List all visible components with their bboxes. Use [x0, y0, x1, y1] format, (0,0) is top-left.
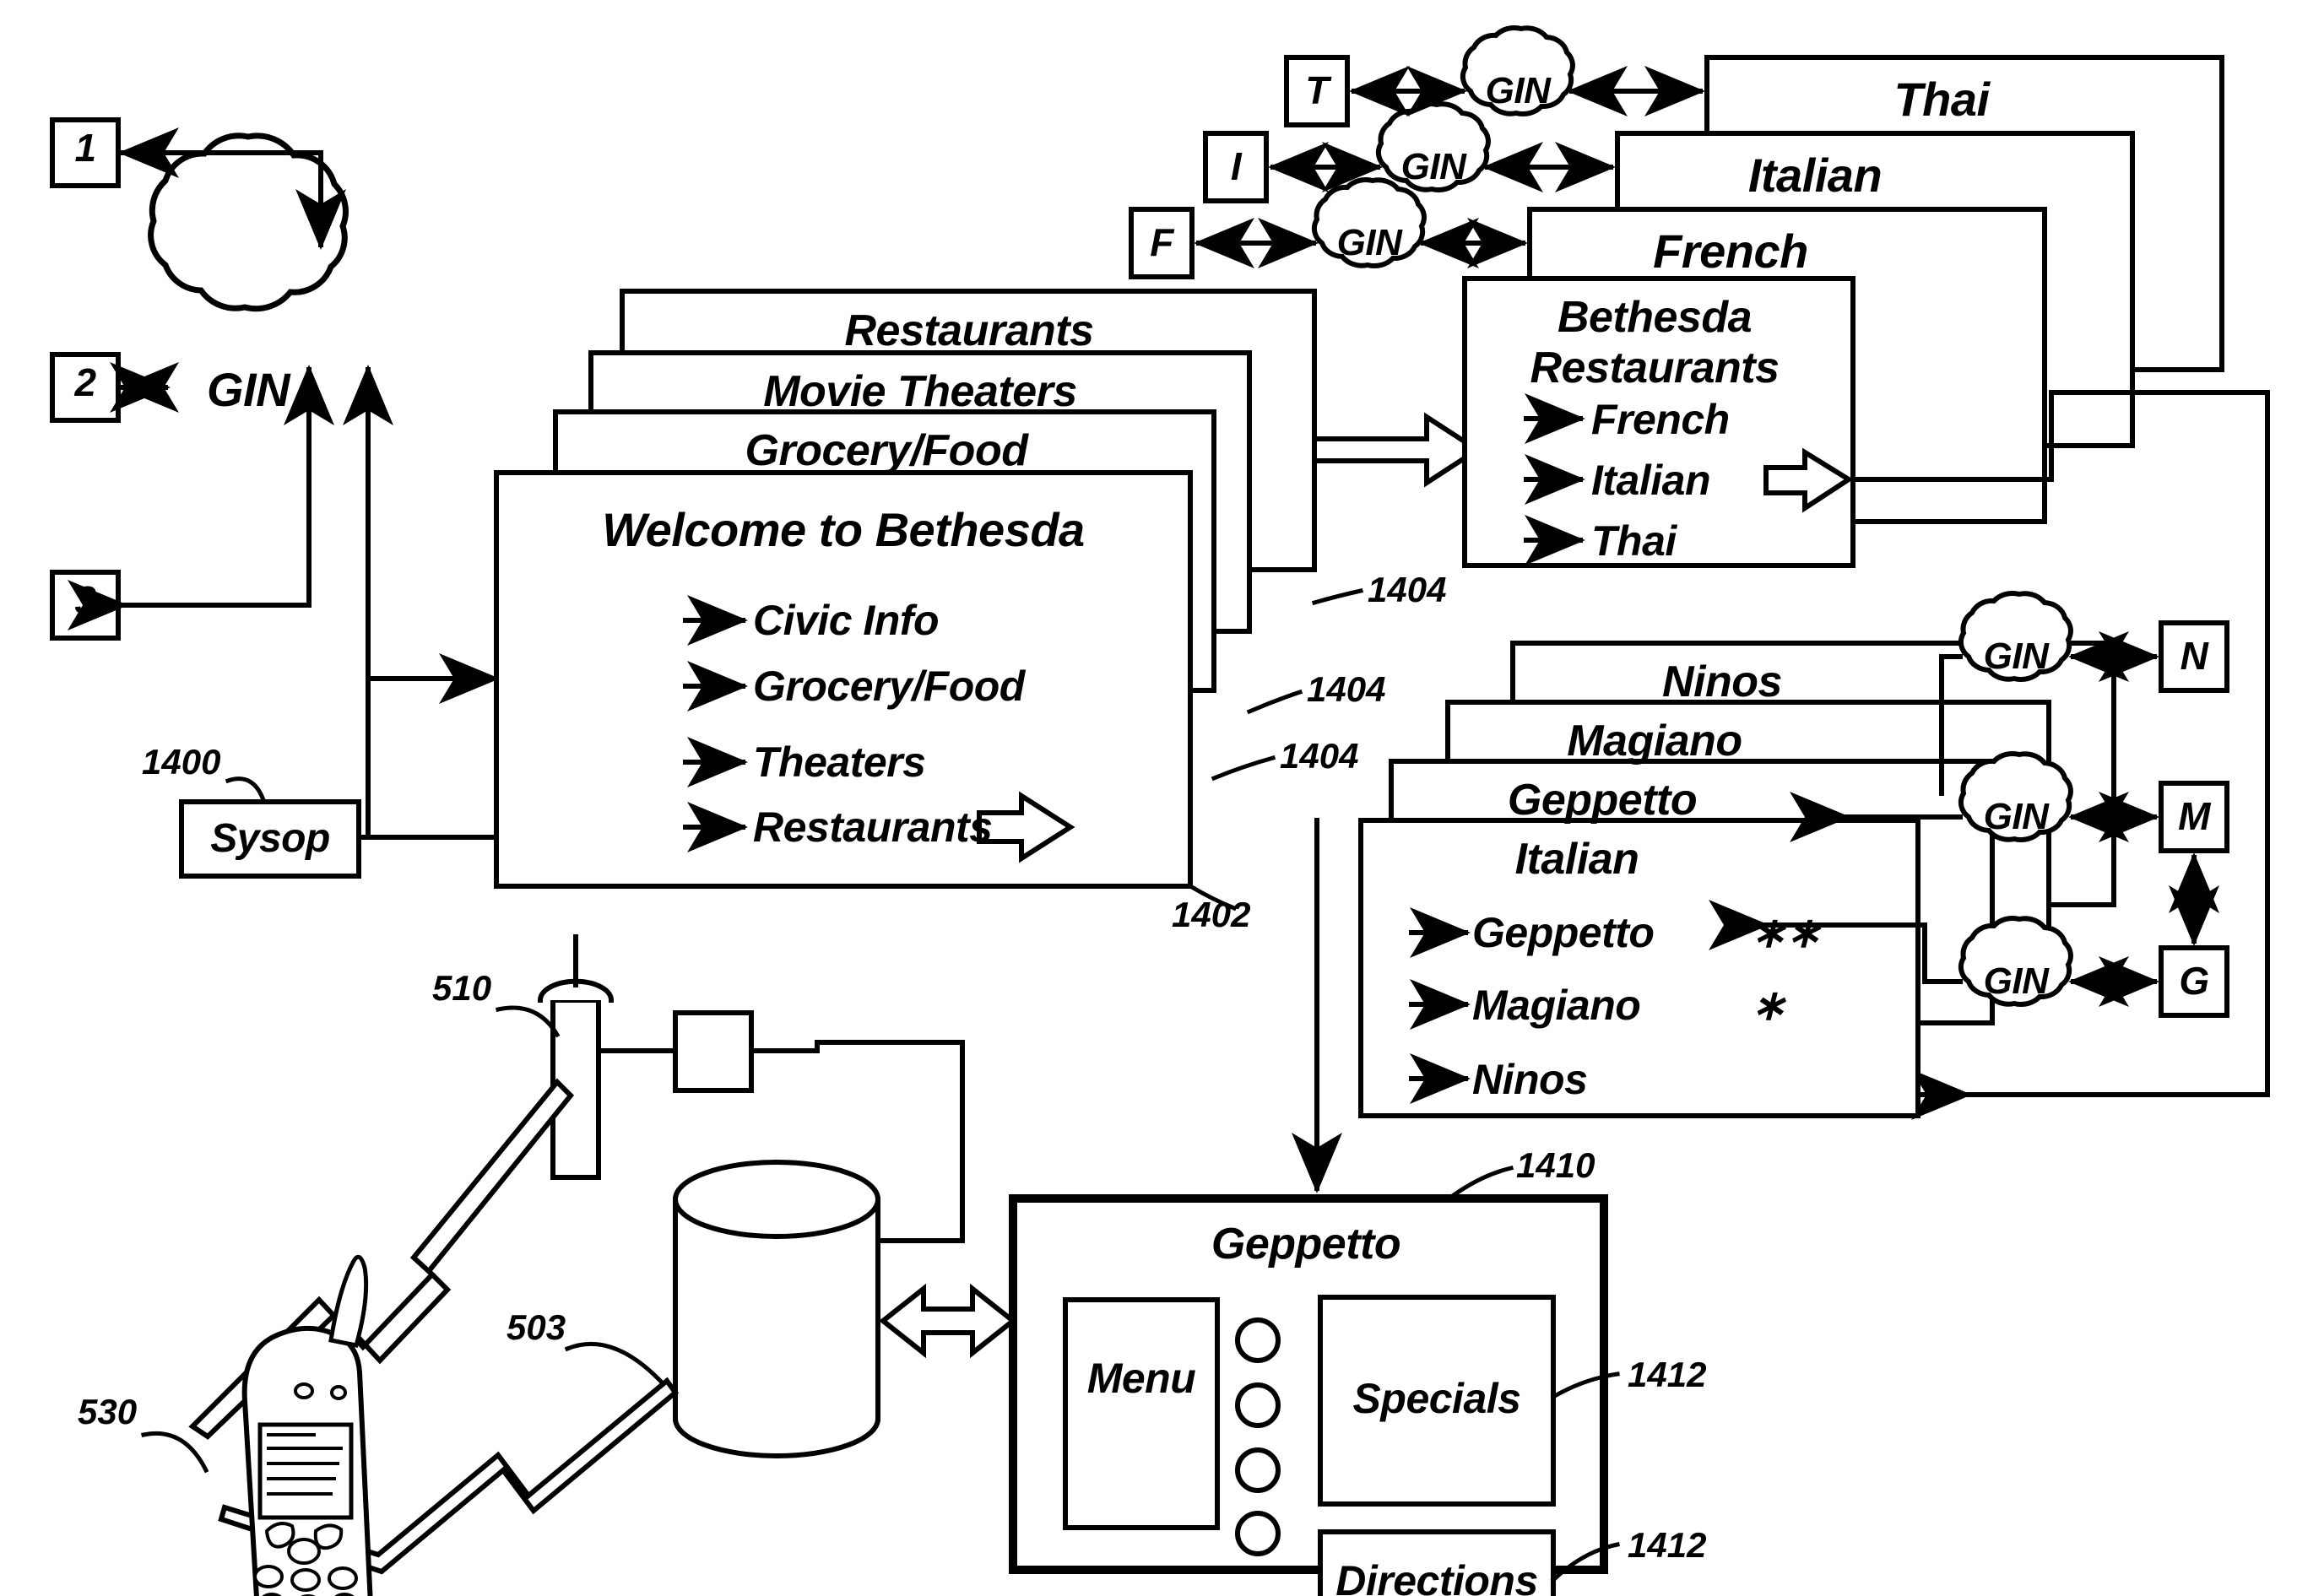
- terminal-label-M: M: [2178, 794, 2210, 838]
- rest-card-label-magiano[interactable]: Magiano: [1567, 719, 1742, 763]
- terminal-label-F: F: [1150, 220, 1173, 264]
- rest-card-label-ninos[interactable]: Ninos: [1662, 660, 1782, 704]
- italian-item-geppetto-stars: ∗∗: [1751, 909, 1821, 956]
- gin-cloud-italian-label: GIN: [1400, 146, 1466, 187]
- geppetto-softkey-2: [1235, 1447, 1281, 1493]
- ref-1404-b: 1404: [1307, 669, 1386, 709]
- leader-510: [496, 1005, 561, 1038]
- rest-card-label-geppetto[interactable]: Geppetto: [1508, 778, 1698, 822]
- link-sysop-to-gin-line: [366, 369, 496, 840]
- ref-503: 503: [507, 1307, 566, 1347]
- terminal-label-I: I: [1230, 144, 1242, 188]
- geppetto-softkey-0: [1235, 1317, 1281, 1363]
- restaurants-card-title-line2: Restaurants: [1530, 344, 1780, 392]
- welcome-item-civic-info[interactable]: Civic Info: [753, 599, 940, 641]
- link-3-to-gin-line: [121, 381, 312, 608]
- gin-cloud-ninos-label: GIN: [1983, 636, 2049, 677]
- terminal-label-1: 1: [74, 126, 96, 170]
- patent-figure: 1 2 3 GIN Sysop 1400 Restaurants Movie T…: [0, 0, 2297, 1596]
- terminal-label-G: G: [2179, 959, 2209, 1003]
- geppetto-softkey-1: [1235, 1382, 1281, 1428]
- ref-1402: 1402: [1172, 895, 1251, 934]
- leader-1400: [225, 776, 267, 803]
- italian-item-magiano[interactable]: Magiano: [1472, 984, 1641, 1026]
- geppetto-directions-label[interactable]: Directions: [1335, 1560, 1538, 1596]
- terminal-label-N: N: [2180, 634, 2208, 678]
- gin-cloud-geppetto-label: GIN: [1983, 960, 2049, 1002]
- leader-503: [564, 1341, 667, 1388]
- menu-card-label-grocery-food[interactable]: Grocery/Food: [745, 429, 1028, 473]
- switch-to-db: [749, 1040, 820, 1053]
- ref-1404-c: 1404: [1280, 736, 1359, 776]
- terminal-label-T: T: [1305, 68, 1329, 112]
- leader-1404-b: [1246, 689, 1303, 715]
- ref-1412-b: 1412: [1628, 1525, 1707, 1565]
- geppetto-specials-label[interactable]: Specials: [1353, 1377, 1521, 1420]
- cuisine-card-label-french[interactable]: French: [1653, 228, 1808, 275]
- welcome-item-grocery-food[interactable]: Grocery/Food: [753, 665, 1025, 707]
- rest-card-italian: [1358, 818, 1920, 1118]
- gin-cloud-french-label: GIN: [1336, 222, 1402, 263]
- ref-510: 510: [432, 968, 492, 1008]
- geppetto-softkey-3: [1235, 1511, 1281, 1556]
- cuisine-card-label-italian[interactable]: Italian: [1748, 152, 1883, 199]
- restaurants-item-italian[interactable]: Italian: [1591, 459, 1710, 501]
- geppetto-panel-title: Geppetto: [1211, 1220, 1401, 1269]
- geppetto-menu-pane-label[interactable]: Menu: [1087, 1357, 1196, 1399]
- database-top: [673, 1160, 880, 1239]
- menu-card-label-movie-theaters[interactable]: Movie Theaters: [763, 370, 1077, 414]
- welcome-item-restaurants[interactable]: Restaurants: [753, 806, 993, 848]
- welcome-card-title: Welcome to Bethesda: [602, 503, 1085, 556]
- terminal-label-2: 2: [74, 360, 96, 404]
- italian-item-geppetto[interactable]: Geppetto: [1472, 912, 1655, 954]
- gin-cloud-magiano-label: GIN: [1983, 796, 2049, 837]
- ref-1412-a: 1412: [1628, 1355, 1707, 1394]
- leader-1404-a: [1311, 588, 1363, 606]
- cuisine-card-label-thai[interactable]: Thai: [1893, 76, 1990, 123]
- gin-cloud-main-label: GIN: [206, 363, 290, 416]
- welcome-item-theaters[interactable]: Theaters: [753, 741, 926, 783]
- ref-1400: 1400: [142, 742, 221, 782]
- gin-cloud-thai-label: GIN: [1485, 70, 1551, 111]
- db-to-panel-arrow: [879, 1283, 1017, 1359]
- gin-cloud-main: [148, 133, 349, 312]
- ref-1404-a: 1404: [1368, 570, 1447, 609]
- leader-1404-c: [1211, 755, 1276, 782]
- italian-item-magiano-stars: ∗: [1751, 982, 1786, 1029]
- database-bottom: [672, 1415, 881, 1458]
- ref-530: 530: [78, 1392, 138, 1431]
- terminal-label-3: 3: [74, 578, 96, 622]
- italian-item-ninos[interactable]: Ninos: [1472, 1058, 1588, 1101]
- menu-card-label-restaurants[interactable]: Restaurants: [844, 309, 1094, 353]
- ref-1410: 1410: [1516, 1145, 1595, 1185]
- restaurants-card-title-line1: Bethesda: [1557, 293, 1753, 342]
- rest-card-title-italian: Italian: [1514, 835, 1639, 884]
- switch-box: [673, 1010, 754, 1093]
- restaurants-item-french[interactable]: French: [1591, 398, 1730, 441]
- geppetto-menu-pane: [1063, 1297, 1220, 1530]
- leader-1410: [1450, 1165, 1514, 1198]
- restaurants-item-thai[interactable]: Thai: [1591, 520, 1677, 562]
- stack-to-restaurants-arrow: [1312, 412, 1482, 488]
- sysop-label: Sysop: [210, 816, 330, 861]
- leader-530: [141, 1431, 209, 1474]
